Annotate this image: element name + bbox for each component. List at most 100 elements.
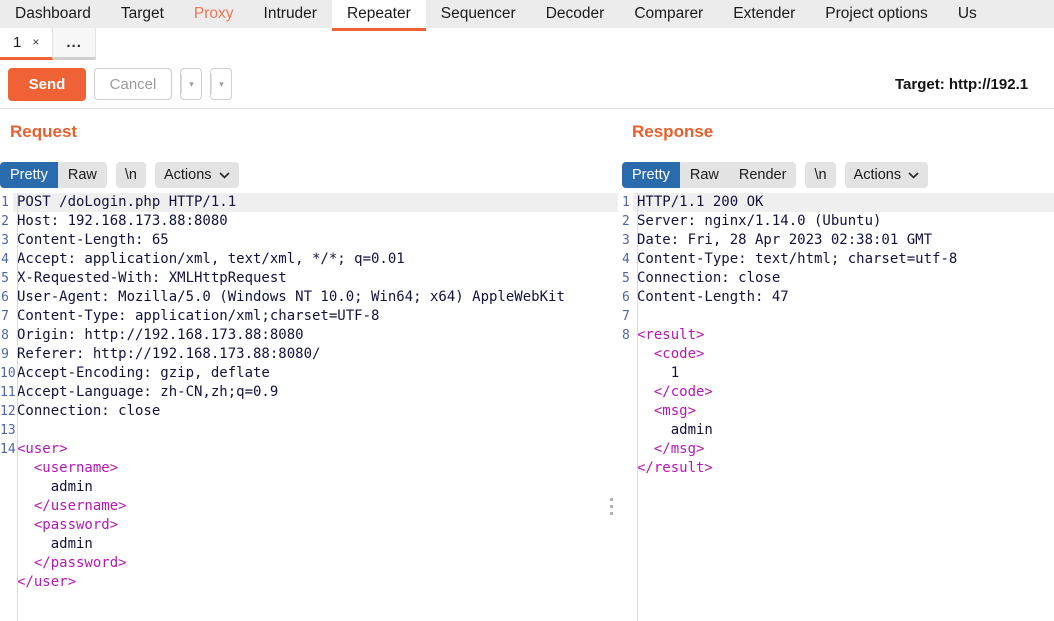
response-editor-line[interactable]: 4 Content-Type: text/html; charset=utf-8 [622, 250, 1054, 269]
request-editor-line[interactable]: 7 Content-Type: application/xml;charset=… [0, 307, 618, 326]
line-text: 1 [633, 364, 1054, 383]
response-editor[interactable]: 1 HTTP/1.1 200 OK 2 Server: nginx/1.14.0… [622, 193, 1054, 621]
target-url-label: Target: http://192.1 [895, 60, 1028, 108]
line-number [0, 459, 13, 478]
request-editor-line[interactable]: 10 Accept-Encoding: gzip, deflate [0, 364, 618, 383]
line-number: 2 [0, 212, 13, 231]
request-editor-line[interactable]: 14 <user> [0, 440, 618, 459]
line-number [0, 516, 13, 535]
request-editor-line[interactable]: 3 Content-Length: 65 [0, 231, 618, 250]
request-editor-line[interactable]: 2 Host: 192.168.173.88:8080 [0, 212, 618, 231]
request-editor-line[interactable]: 8 Origin: http://192.168.173.88:8080 [0, 326, 618, 345]
response-actions-button[interactable]: Actions [845, 162, 929, 188]
line-number [0, 535, 13, 554]
line-text: admin [13, 535, 618, 554]
nav-tab[interactable]: Sequencer [426, 0, 531, 28]
request-editor[interactable]: 1 POST /doLogin.php HTTP/1.1 2 Host: 192… [0, 193, 618, 621]
nav-tab[interactable]: Repeater [332, 0, 426, 28]
request-editor-line[interactable]: 13 [0, 421, 618, 440]
line-text: Accept: application/xml, text/xml, */*; … [13, 250, 618, 269]
back-dropdown-caret-icon[interactable]: ▾ [182, 69, 201, 99]
response-actions-label: Actions [854, 167, 902, 183]
request-editor-line[interactable]: 6 User-Agent: Mozilla/5.0 (Windows NT 10… [0, 288, 618, 307]
nav-tab[interactable]: Target [106, 0, 179, 28]
repeater-tab-1[interactable]: 1 × [0, 28, 53, 60]
response-editor-line[interactable]: 3 Date: Fri, 28 Apr 2023 02:38:01 GMT [622, 231, 1054, 250]
response-editor-line[interactable]: admin [622, 421, 1054, 440]
line-number [622, 364, 633, 383]
response-editor-line[interactable]: 1 [622, 364, 1054, 383]
forward-history-combo: > ▾ [210, 68, 232, 100]
response-editor-line[interactable]: 1 HTTP/1.1 200 OK [622, 193, 1054, 212]
request-editor-line[interactable]: 9 Referer: http://192.168.173.88:8080/ [0, 345, 618, 364]
response-format-tab[interactable]: Pretty [622, 162, 680, 188]
line-text: User-Agent: Mozilla/5.0 (Windows NT 10.0… [13, 288, 618, 307]
response-editor-line[interactable]: <msg> [622, 402, 1054, 421]
request-panel: Request Pretty Raw \n Actions 1 [0, 110, 618, 621]
nav-tab[interactable]: Us [943, 0, 992, 28]
nav-tab[interactable]: Comparer [619, 0, 718, 28]
request-editor-line[interactable]: admin [0, 535, 618, 554]
request-editor-line[interactable]: admin [0, 478, 618, 497]
line-number [0, 478, 13, 497]
response-editor-line[interactable]: </result> [622, 459, 1054, 478]
nav-tab[interactable]: Extender [718, 0, 810, 28]
response-editor-line[interactable]: <code> [622, 345, 1054, 364]
request-view-tabs: Pretty Raw \n Actions [0, 162, 618, 188]
request-format-tab[interactable]: Raw [58, 162, 107, 188]
line-number: 4 [0, 250, 13, 269]
request-editor-line[interactable]: 4 Accept: application/xml, text/xml, */*… [0, 250, 618, 269]
line-text: HTTP/1.1 200 OK [633, 193, 1054, 212]
response-format-tab[interactable]: Render [729, 162, 797, 188]
request-editor-line[interactable]: </user> [0, 573, 618, 592]
line-number: 1 [0, 193, 13, 212]
request-editor-line[interactable]: </username> [0, 497, 618, 516]
request-actions-button[interactable]: Actions [155, 162, 239, 188]
response-editor-line[interactable]: </msg> [622, 440, 1054, 459]
response-editor-line[interactable]: 2 Server: nginx/1.14.0 (Ubuntu) [622, 212, 1054, 231]
response-format-tab[interactable]: Raw [680, 162, 729, 188]
line-text [13, 421, 618, 440]
repeater-tab-1-label: 1 [13, 34, 21, 51]
forward-dropdown-caret-icon[interactable]: ▾ [212, 69, 231, 99]
request-editor-line[interactable]: 1 POST /doLogin.php HTTP/1.1 [0, 193, 618, 212]
nav-tab[interactable]: Dashboard [0, 0, 106, 28]
line-text: admin [633, 421, 1054, 440]
request-editor-line[interactable]: 11 Accept-Language: zh-CN,zh;q=0.9 [0, 383, 618, 402]
request-actions-label: Actions [164, 167, 212, 183]
response-newline-toggle[interactable]: \n [805, 162, 835, 188]
response-editor-line[interactable]: 6 Content-Length: 47 [622, 288, 1054, 307]
line-text: <username> [13, 459, 618, 478]
line-number [0, 554, 13, 573]
line-number: 11 [0, 383, 13, 402]
line-text: Referer: http://192.168.173.88:8080/ [13, 345, 618, 364]
response-editor-line[interactable]: 7 [622, 307, 1054, 326]
request-title: Request [10, 122, 618, 142]
line-text: POST /doLogin.php HTTP/1.1 [13, 193, 618, 212]
nav-tab[interactable]: Decoder [531, 0, 620, 28]
send-button[interactable]: Send [8, 68, 86, 101]
line-text: <code> [633, 345, 1054, 364]
response-editor-line[interactable]: 5 Connection: close [622, 269, 1054, 288]
request-format-tab[interactable]: Pretty [0, 162, 58, 188]
line-text: </result> [633, 459, 1054, 478]
request-newline-toggle[interactable]: \n [116, 162, 146, 188]
line-text: <result> [633, 326, 1054, 345]
request-editor-line[interactable]: </password> [0, 554, 618, 573]
request-editor-line[interactable]: <password> [0, 516, 618, 535]
request-editor-line[interactable]: 12 Connection: close [0, 402, 618, 421]
nav-tab[interactable]: Project options [810, 0, 943, 28]
repeater-toolbar: Send Cancel < ▾ > ▾ Target: http://192.1 [0, 60, 1054, 109]
request-editor-line[interactable]: 5 X-Requested-With: XMLHttpRequest [0, 269, 618, 288]
request-editor-line[interactable]: <username> [0, 459, 618, 478]
repeater-tab-more[interactable]: ... [53, 28, 96, 60]
nav-tab[interactable]: Intruder [249, 0, 332, 28]
panel-splitter-handle[interactable] [608, 498, 614, 515]
cancel-button[interactable]: Cancel [94, 68, 172, 100]
response-editor-line[interactable]: 8 <result> [622, 326, 1054, 345]
line-number: 10 [0, 364, 13, 383]
nav-tab[interactable]: Proxy [179, 0, 249, 28]
response-editor-line[interactable]: </code> [622, 383, 1054, 402]
close-icon[interactable]: × [32, 36, 39, 48]
line-number [622, 440, 633, 459]
